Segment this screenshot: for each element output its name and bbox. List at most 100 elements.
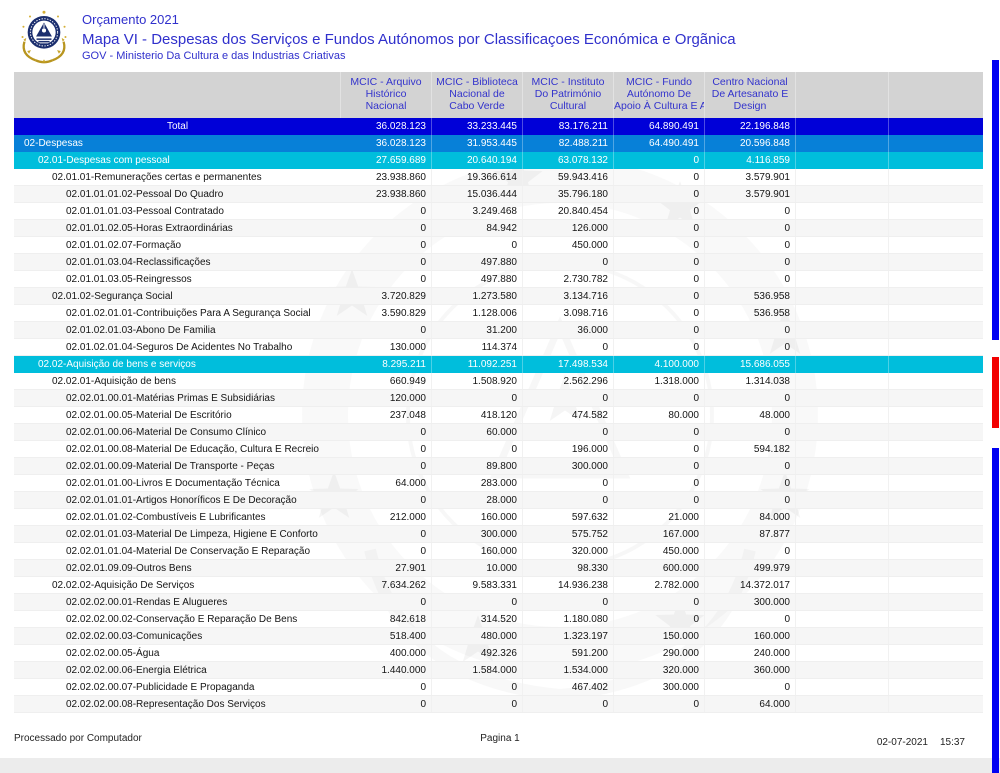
empty-cell	[796, 611, 889, 627]
empty-cell	[796, 458, 889, 474]
value-cell: 63.078.132	[523, 152, 614, 169]
empty-cell	[889, 543, 983, 559]
value-cell: 0	[341, 322, 432, 338]
empty-cell	[889, 390, 983, 406]
value-cell: 660.949	[341, 373, 432, 389]
value-cell: 0	[614, 220, 705, 236]
table-row: 02.02.01.01.01-Artigos Honoríficos E De …	[14, 492, 983, 509]
empty-cell	[889, 356, 983, 373]
footer-datetime: 02-07-202115:37	[877, 737, 965, 748]
value-cell: 19.366.614	[432, 169, 523, 185]
table-row: 02.02.01.00.06-Material De Consumo Clíni…	[14, 424, 983, 441]
value-cell: 3.098.716	[523, 305, 614, 321]
value-cell: 0	[523, 390, 614, 406]
empty-cell	[889, 458, 983, 474]
value-cell: 0	[614, 424, 705, 440]
value-cell: 20.840.454	[523, 203, 614, 219]
value-cell: 89.800	[432, 458, 523, 474]
value-cell: 120.000	[341, 390, 432, 406]
value-cell: 98.330	[523, 560, 614, 576]
value-cell: 0	[705, 322, 796, 338]
value-cell: 492.326	[432, 645, 523, 661]
column-header-line: Centro Nacional	[705, 76, 795, 88]
empty-cell	[796, 169, 889, 185]
value-cell: 31.200	[432, 322, 523, 338]
row-label: 02.02.01.01.00-Livros E Documentação Téc…	[14, 475, 341, 491]
value-cell: 0	[614, 458, 705, 474]
value-cell: 0	[705, 271, 796, 287]
value-cell: 0	[523, 594, 614, 610]
empty-cell	[796, 526, 889, 542]
table-row: 02.02.01.01.03-Material De Limpeza, Higi…	[14, 526, 983, 543]
value-cell: 23.938.860	[341, 169, 432, 185]
column-header-line: Histórico	[341, 88, 431, 100]
value-cell: 1.323.197	[523, 628, 614, 644]
value-cell: 160.000	[432, 543, 523, 559]
value-cell: 300.000	[614, 679, 705, 695]
value-cell: 0	[614, 492, 705, 508]
column-header	[796, 72, 889, 118]
value-cell: 0	[705, 543, 796, 559]
value-cell: 0	[705, 475, 796, 491]
empty-cell	[796, 628, 889, 644]
column-header-line: Nacional de	[432, 88, 522, 100]
report-header: Orçamento 2021 Mapa VI - Despesas dos Se…	[16, 8, 736, 66]
value-cell: 3.579.901	[705, 186, 796, 202]
value-cell: 237.048	[341, 407, 432, 423]
empty-cell	[796, 441, 889, 457]
table-row: Total36.028.12333.233.44583.176.21164.89…	[14, 118, 983, 135]
column-header: Centro NacionalDe Artesanato EDesign	[705, 72, 796, 118]
row-label: 02.02.01.09.09-Outros Bens	[14, 560, 341, 576]
empty-cell	[889, 237, 983, 253]
empty-cell	[889, 220, 983, 236]
column-header-line: De Artesanato E	[705, 88, 795, 100]
table-row: 02.02.01.01.04-Material De Conservação E…	[14, 543, 983, 560]
empty-cell	[889, 186, 983, 202]
empty-cell	[796, 152, 889, 169]
table-row: 02.01.01.01.03-Pessoal Contratado03.249.…	[14, 203, 983, 220]
value-cell: 130.000	[341, 339, 432, 355]
table-row: 02.01.01.03.05-Reingressos0497.8802.730.…	[14, 271, 983, 288]
table-row: 02.01.01.02.05-Horas Extraordinárias084.…	[14, 220, 983, 237]
footer-time: 15:37	[940, 737, 965, 748]
empty-cell	[889, 696, 983, 712]
row-label: 02.01.01.03.05-Reingressos	[14, 271, 341, 287]
row-label: 02.02.01.01.01-Artigos Honoríficos E De …	[14, 492, 341, 508]
value-cell: 1.314.038	[705, 373, 796, 389]
value-cell: 160.000	[432, 509, 523, 525]
value-cell: 212.000	[341, 509, 432, 525]
table-row: 02.02.02.00.08-Representação Dos Serviço…	[14, 696, 983, 713]
edge-marker-blue-top	[992, 60, 999, 340]
table-row: 02.02.01-Aquisição de bens660.9491.508.9…	[14, 373, 983, 390]
table-row: 02.02.02.00.01-Rendas E Alugueres0000300…	[14, 594, 983, 611]
value-cell: 27.659.689	[341, 152, 432, 169]
value-cell: 480.000	[432, 628, 523, 644]
value-cell: 10.000	[432, 560, 523, 576]
row-label: 02.01.01.01.02-Pessoal Do Quadro	[14, 186, 341, 202]
empty-cell	[796, 271, 889, 287]
value-cell: 1.128.006	[432, 305, 523, 321]
value-cell: 0	[614, 339, 705, 355]
value-cell: 0	[432, 696, 523, 712]
value-cell: 7.634.262	[341, 577, 432, 593]
row-label: 02.02.02.00.06-Energia Elétrica	[14, 662, 341, 678]
row-label: 02.02.02.00.01-Rendas E Alugueres	[14, 594, 341, 610]
value-cell: 240.000	[705, 645, 796, 661]
footer-page-number: Pagina 1	[0, 733, 1000, 744]
value-cell: 0	[705, 458, 796, 474]
table-row: 02.02.01.00.09-Material De Transporte - …	[14, 458, 983, 475]
value-cell: 0	[705, 254, 796, 270]
empty-cell	[796, 560, 889, 576]
value-cell: 0	[614, 254, 705, 270]
table-row: 02.02-Aquisição de bens e serviços8.295.…	[14, 356, 983, 373]
value-cell: 0	[341, 271, 432, 287]
value-cell: 0	[341, 458, 432, 474]
value-cell: 320.000	[614, 662, 705, 678]
table-row: 02.01.02.01.01-Contribuições Para A Segu…	[14, 305, 983, 322]
column-header-line: Cultural	[523, 100, 613, 112]
value-cell: 64.000	[705, 696, 796, 712]
row-label: 02.02-Aquisição de bens e serviços	[14, 356, 341, 373]
row-label: 02.02.02.00.07-Publicidade E Propaganda	[14, 679, 341, 695]
empty-cell	[889, 254, 983, 270]
row-label: 02.02.02.00.02-Conservação E Reparação D…	[14, 611, 341, 627]
